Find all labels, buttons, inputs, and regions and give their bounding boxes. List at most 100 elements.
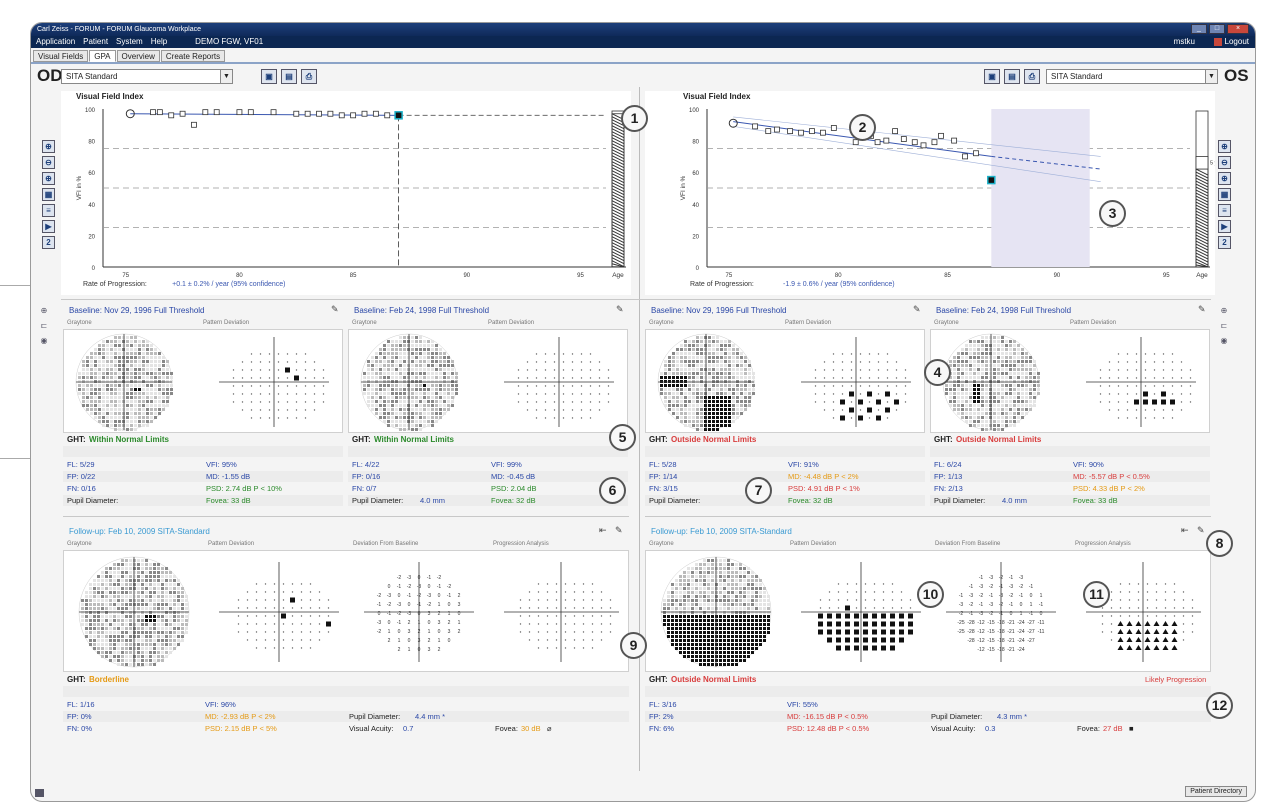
edit-icon[interactable]: ✎ bbox=[1198, 304, 1206, 315]
graytone-cell bbox=[997, 396, 1000, 399]
progression-dot bbox=[1155, 583, 1158, 585]
graytone-cell bbox=[427, 424, 430, 427]
graytone-cell bbox=[150, 404, 153, 407]
deviation-dot bbox=[846, 583, 849, 585]
graytone-cell bbox=[985, 420, 988, 423]
graytone-cell bbox=[94, 360, 97, 363]
deviation-dot bbox=[904, 401, 907, 403]
play-icon[interactable]: ▶ bbox=[42, 220, 55, 233]
zoom-out-icon[interactable]: ⊖ bbox=[42, 156, 55, 169]
od-strategy-select[interactable]: SITA Standard ▼ bbox=[61, 69, 233, 84]
progression-dot bbox=[528, 607, 531, 609]
menu-system[interactable]: System bbox=[116, 36, 143, 48]
graytone-cell bbox=[977, 356, 980, 359]
tab-gpa[interactable]: GPA bbox=[89, 50, 116, 62]
graytone-cell bbox=[145, 603, 148, 606]
pin-icon[interactable]: ⇤ bbox=[599, 525, 607, 536]
patient-directory-button[interactable]: Patient Directory bbox=[1185, 786, 1247, 797]
maximize-button[interactable]: □ bbox=[1209, 24, 1225, 34]
play-icon[interactable]: ▶ bbox=[1218, 220, 1231, 233]
graytone-cell bbox=[1001, 340, 1004, 343]
graytone-cell bbox=[997, 344, 1000, 347]
deviation-square bbox=[863, 613, 868, 619]
graytone-cell bbox=[185, 631, 188, 634]
graytone-cell bbox=[736, 392, 739, 395]
zoom-out-icon[interactable]: ⊖ bbox=[1218, 156, 1231, 169]
graytone-cell bbox=[1037, 388, 1040, 391]
graytone-cell bbox=[399, 352, 402, 355]
eye-icon[interactable]: ◉ bbox=[1219, 336, 1229, 346]
zoom-in-icon[interactable]: ⊕ bbox=[1218, 140, 1231, 153]
layout-icon[interactable]: ⊏ bbox=[1219, 321, 1229, 331]
graytone-cell bbox=[700, 368, 703, 371]
edit-icon[interactable]: ✎ bbox=[331, 304, 339, 315]
graytone-cell bbox=[395, 372, 398, 375]
graytone-cell bbox=[755, 631, 758, 634]
graytone-cell bbox=[415, 376, 418, 379]
tab-create-reports[interactable]: Create Reports bbox=[160, 50, 226, 62]
graytone-cell bbox=[704, 392, 707, 395]
zoom-fit-icon[interactable]: ⊕ bbox=[1218, 172, 1231, 185]
close-button[interactable]: × bbox=[1227, 24, 1249, 34]
graytone-cell bbox=[715, 559, 718, 562]
filter-icon[interactable]: ≡ bbox=[1218, 204, 1231, 217]
deviation-dot bbox=[855, 583, 858, 585]
logout-button[interactable]: Logout bbox=[1213, 36, 1249, 48]
globe-icon[interactable]: ⊕ bbox=[39, 306, 49, 316]
graytone-cell bbox=[720, 376, 723, 379]
graytone-cell bbox=[719, 563, 722, 566]
graytone-cell bbox=[1017, 360, 1020, 363]
od-pdf-button[interactable]: ▤ bbox=[281, 69, 297, 84]
os-strategy-select[interactable]: SITA Standard ▼ bbox=[1046, 69, 1218, 84]
deviation-dot bbox=[877, 385, 880, 387]
graytone-cell bbox=[122, 396, 125, 399]
tab-overview[interactable]: Overview bbox=[116, 50, 160, 62]
graytone-cell bbox=[961, 388, 964, 391]
ght-value: Within Normal Limits bbox=[89, 435, 169, 444]
tab-visual-fields[interactable]: Visual Fields bbox=[33, 50, 89, 62]
edit-icon[interactable]: ✎ bbox=[615, 525, 623, 536]
menu-application[interactable]: Application bbox=[36, 36, 75, 48]
graytone-cell bbox=[122, 412, 125, 415]
graytone-cell bbox=[157, 635, 160, 638]
layout-icon[interactable]: ⊏ bbox=[39, 321, 49, 331]
graytone-cell bbox=[720, 400, 723, 403]
edit-icon[interactable]: ✎ bbox=[616, 304, 624, 315]
os-pdf-button[interactable]: ▤ bbox=[1004, 69, 1020, 84]
graytone-cell bbox=[395, 348, 398, 351]
edit-icon[interactable]: ✎ bbox=[1197, 525, 1205, 536]
minimize-button[interactable]: _ bbox=[1191, 24, 1207, 34]
step-button[interactable]: 2 bbox=[1218, 236, 1231, 249]
eye-icon[interactable]: ◉ bbox=[39, 336, 49, 346]
graytone-cell bbox=[161, 651, 164, 654]
edit-icon[interactable]: ✎ bbox=[913, 304, 921, 315]
graytone-cell bbox=[106, 340, 109, 343]
graytone-cell bbox=[981, 364, 984, 367]
graytone-cell bbox=[1009, 392, 1012, 395]
zoom-in-icon[interactable]: ⊕ bbox=[42, 140, 55, 153]
graytone-cell bbox=[1013, 344, 1016, 347]
grid-icon[interactable]: ▦ bbox=[1218, 188, 1231, 201]
os-report-button[interactable]: ▣ bbox=[984, 69, 1000, 84]
graytone-cell bbox=[732, 420, 735, 423]
graytone-cell bbox=[423, 364, 426, 367]
step-button[interactable]: 2 bbox=[42, 236, 55, 249]
menu-patient[interactable]: Patient bbox=[83, 36, 108, 48]
pin-icon[interactable]: ⇤ bbox=[1181, 525, 1189, 536]
menu-help[interactable]: Help bbox=[151, 36, 167, 48]
filter-icon[interactable]: ≡ bbox=[42, 204, 55, 217]
graytone-cell bbox=[110, 416, 113, 419]
deviation-dot bbox=[286, 417, 289, 419]
graytone-cell bbox=[154, 404, 157, 407]
grid-icon[interactable]: ▦ bbox=[42, 188, 55, 201]
graytone-cell bbox=[407, 396, 410, 399]
od-print-button[interactable]: ⎙ bbox=[301, 69, 317, 84]
zoom-fit-icon[interactable]: ⊕ bbox=[42, 172, 55, 185]
stat-pupil-value: 4.4 mm * bbox=[415, 712, 446, 721]
od-report-button[interactable]: ▣ bbox=[261, 69, 277, 84]
graytone-cell bbox=[439, 380, 442, 383]
os-print-button[interactable]: ⎙ bbox=[1024, 69, 1040, 84]
graytone-cell bbox=[687, 647, 690, 650]
graytone-cell bbox=[403, 348, 406, 351]
globe-icon[interactable]: ⊕ bbox=[1219, 306, 1229, 316]
